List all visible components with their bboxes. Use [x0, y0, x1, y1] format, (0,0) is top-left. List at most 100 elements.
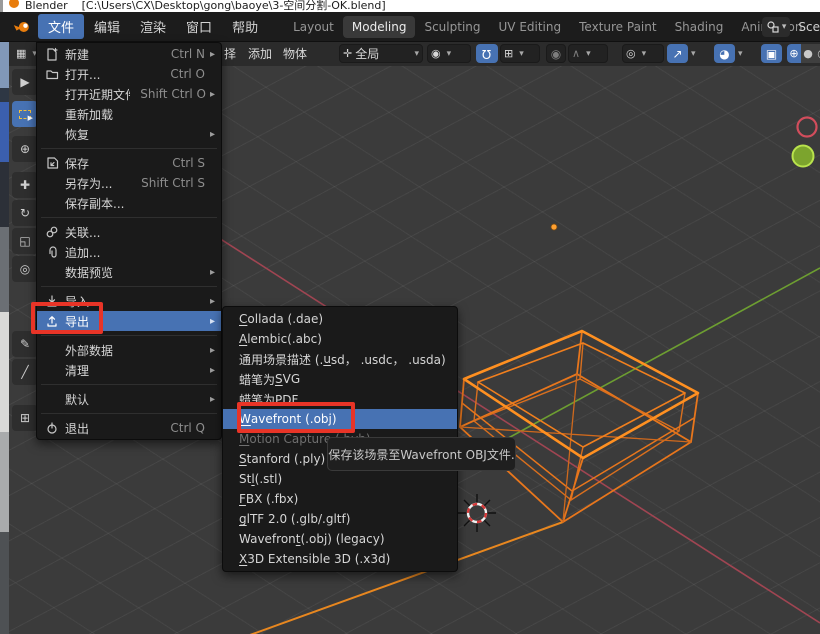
menu-add[interactable]: 添加	[248, 44, 272, 63]
menu-item-link[interactable]: 关联...	[37, 222, 221, 242]
snap-with-dropdown[interactable]: ⊞ ▾	[500, 44, 540, 63]
tab-shading[interactable]: Shading	[666, 16, 733, 38]
topbar: 文件 编辑 渲染 窗口 帮助 Layout Modeling Sculpting…	[0, 12, 820, 42]
tool-scale[interactable]: ◱	[12, 228, 38, 254]
move-arrows-icon: ✚	[20, 178, 30, 192]
tool-annotate[interactable]: ✎	[12, 331, 38, 357]
menu-item-clean-up[interactable]: 清理 ▸	[37, 360, 221, 380]
tab-sculpting[interactable]: Sculpting	[415, 16, 489, 38]
menubar-render[interactable]: 渲染	[130, 14, 176, 39]
submenu-arrow-icon: ▸	[205, 394, 215, 405]
menubar-help[interactable]: 帮助	[222, 14, 268, 39]
tab-modeling[interactable]: Modeling	[343, 16, 416, 38]
submenu-arrow-icon: ▸	[206, 89, 215, 100]
window-title: Blender[C:\Users\CX\Desktop\gong\baoye\3…	[25, 0, 386, 12]
select-box-icon: ▶	[19, 110, 31, 119]
scale-icon: ◱	[19, 234, 30, 248]
submenu-item-fbx[interactable]: FBX (.fbx)	[223, 489, 457, 509]
tool-move[interactable]: ✚	[12, 172, 38, 198]
open-folder-icon	[45, 67, 59, 81]
tab-layout[interactable]: Layout	[284, 16, 343, 38]
visibility-eye-icon: ◎	[626, 47, 636, 60]
tab-uv-editing[interactable]: UV Editing	[490, 16, 571, 38]
pivot-icon: ◉	[431, 47, 441, 60]
rotate-icon: ↻	[20, 206, 30, 220]
proportional-edit-button[interactable]: ◉	[546, 44, 566, 63]
scene-selector[interactable]: ▾ Sce	[762, 15, 820, 39]
pivot-point-dropdown[interactable]: ◉ ▾	[427, 44, 471, 63]
submenu-item-grease-pencil-svg[interactable]: 蜡笔为SVG	[223, 369, 457, 389]
menu-separator	[41, 286, 217, 287]
power-icon	[45, 421, 59, 435]
tool-measure[interactable]: ╱	[12, 359, 38, 385]
submenu-item-alembic[interactable]: Alembic(.abc)	[223, 329, 457, 349]
menu-item-open[interactable]: 打开... Ctrl O	[37, 64, 221, 84]
menu-separator	[41, 148, 217, 149]
submenu-arrow-icon: ▸	[205, 267, 215, 278]
transform-orientation-dropdown[interactable]: ✛ 全局 ▾	[339, 44, 423, 63]
menu-item-save-as[interactable]: 另存为... Shift Ctrl S	[37, 173, 221, 193]
chevron-down-icon: ▾	[447, 49, 452, 59]
shading-solid-button[interactable]: ●	[801, 44, 815, 63]
tool-cursor[interactable]: ⊕	[12, 136, 38, 162]
menubar-file[interactable]: 文件	[38, 14, 84, 39]
chevron-down-icon: ▾	[414, 49, 419, 59]
menu-item-recover[interactable]: 恢复 ▸	[37, 124, 221, 144]
solid-sphere-icon: ●	[803, 47, 813, 60]
cursor-crosshair-icon: ⊕	[20, 142, 30, 156]
menu-object[interactable]: 物体	[283, 44, 307, 63]
viewport-shading-group: ⊕ ● ◑	[787, 44, 820, 63]
annotate-pen-icon: ✎	[20, 337, 30, 351]
blender-window: Blender[C:\Users\CX\Desktop\gong\baoye\3…	[0, 0, 820, 634]
menu-select[interactable]: 择	[224, 44, 236, 63]
menu-item-revert[interactable]: 重新加载	[37, 104, 221, 124]
tab-texture-paint[interactable]: Texture Paint	[570, 16, 665, 38]
menu-item-new[interactable]: 新建 Ctrl N ▸	[37, 44, 221, 64]
scene-name: Sce	[798, 20, 820, 34]
menu-item-save-copy[interactable]: 保存副本...	[37, 193, 221, 213]
shading-wireframe-button[interactable]: ⊕	[787, 44, 801, 63]
proportional-falloff-dropdown[interactable]: ∧ ▾	[568, 44, 608, 63]
submenu-item-wavefront-legacy[interactable]: Wavefront (.obj) (legacy)	[223, 529, 457, 549]
show-gizmo-dropdown[interactable]: ↗ ▾	[667, 44, 710, 63]
new-file-icon	[45, 47, 59, 61]
blender-logo-icon-small	[9, 0, 19, 8]
menu-separator	[41, 335, 217, 336]
tooltip: 保存该场景至Wavefront OBJ文件.	[327, 437, 516, 471]
submenu-item-x3d[interactable]: X3D Extensible 3D (.x3d)	[223, 549, 457, 569]
menu-separator	[41, 413, 217, 414]
shading-material-button[interactable]: ◑	[815, 44, 820, 63]
object-visibility-dropdown[interactable]: ◎ ▾	[622, 44, 664, 63]
xray-icon: ▣	[766, 47, 777, 61]
submenu-item-gltf[interactable]: glTF 2.0 (.glb/.gltf)	[223, 509, 457, 529]
menu-item-save[interactable]: 保存 Ctrl S	[37, 153, 221, 173]
add-cube-icon: ⊞	[20, 411, 30, 425]
submenu-item-stl[interactable]: Stl (.stl)	[223, 469, 457, 489]
tool-select-box[interactable]: ▶	[12, 101, 38, 127]
menubar-edit[interactable]: 编辑	[84, 14, 130, 39]
proportional-edit-icon: ◉	[551, 47, 561, 61]
menu-item-quit[interactable]: 退出 Ctrl Q	[37, 418, 221, 438]
submenu-item-usd[interactable]: 通用场景描述 (.usd， .usdc， .usda)	[223, 349, 457, 369]
submenu-arrow-icon: ▸	[205, 345, 215, 356]
chevron-down-icon: ▾	[782, 22, 787, 32]
link-chain-icon	[45, 225, 59, 239]
tool-add-cube[interactable]: ⊞	[12, 405, 38, 431]
snap-toggle-button[interactable]: Ω	[476, 44, 498, 63]
chevron-down-icon: ▾	[738, 49, 743, 59]
toggle-xray-button[interactable]: ▣	[761, 44, 782, 63]
menubar-window[interactable]: 窗口	[176, 14, 222, 39]
show-overlays-dropdown[interactable]: ◕ ▾	[714, 44, 757, 63]
menu-item-defaults[interactable]: 默认 ▸	[37, 389, 221, 409]
tool-transform[interactable]: ◎	[12, 256, 38, 282]
blender-logo-icon	[12, 19, 32, 35]
tweak-cursor-icon: ▶	[20, 75, 29, 89]
menu-item-external-data[interactable]: 外部数据 ▸	[37, 340, 221, 360]
tool-rotate[interactable]: ↻	[12, 200, 38, 226]
menu-item-open-recent[interactable]: 打开近期文件 Shift Ctrl O ▸	[37, 84, 221, 104]
menu-item-data-previews[interactable]: 数据预览 ▸	[37, 262, 221, 282]
submenu-item-collada[interactable]: Collada (.dae)	[223, 309, 457, 329]
menu-item-append[interactable]: 追加...	[37, 242, 221, 262]
submenu-arrow-icon: ▸	[205, 129, 215, 140]
tool-tweak[interactable]: ▶	[12, 69, 38, 95]
